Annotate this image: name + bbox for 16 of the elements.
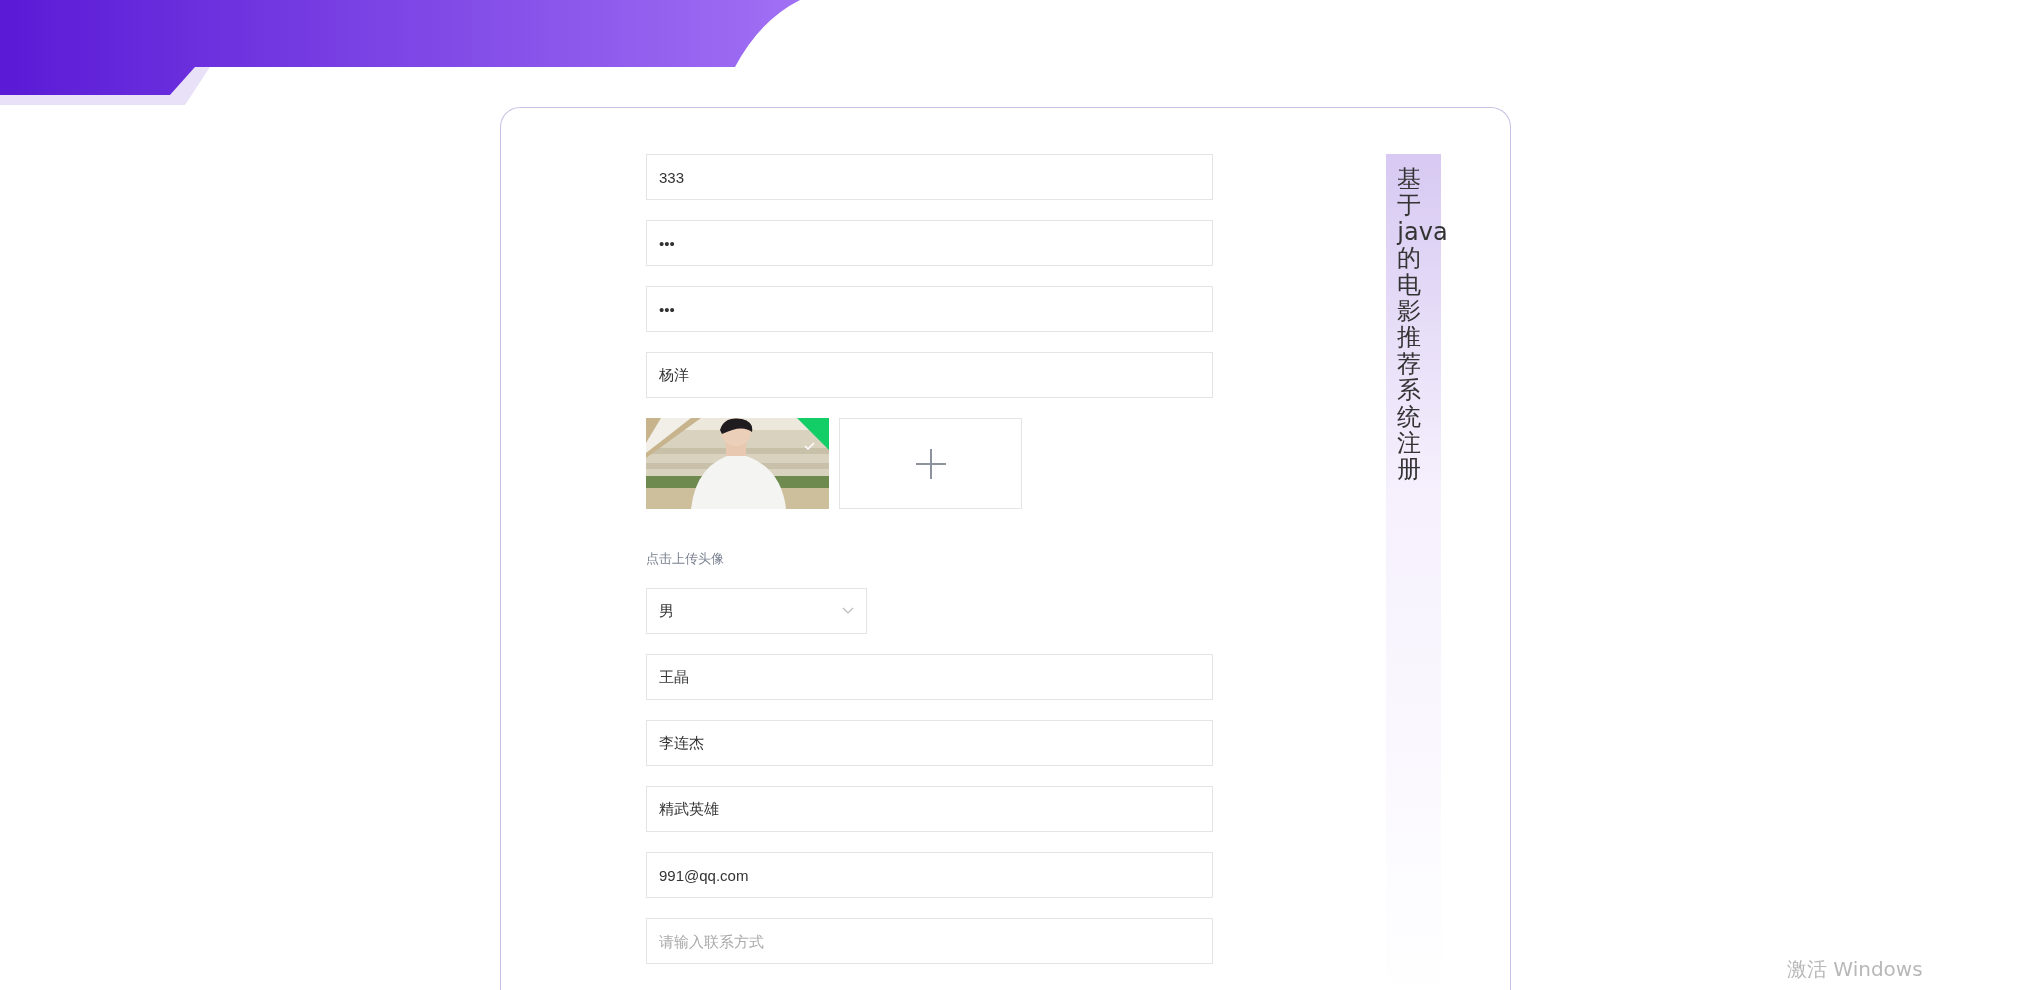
chevron-down-icon — [842, 607, 854, 615]
select-field[interactable]: 男 — [646, 588, 867, 634]
input-field[interactable]: 991@qq.com — [646, 852, 1213, 898]
input-field[interactable]: 王晶 — [646, 654, 1213, 700]
plus-icon — [915, 448, 946, 479]
page-title: 基于java的电影推荐系统注册 — [1397, 166, 1448, 483]
input-field[interactable]: 精武英雄 — [646, 786, 1213, 832]
input-field[interactable]: ••• — [646, 220, 1213, 266]
input-field[interactable]: 请输入联系方式 — [646, 918, 1213, 964]
watermark-text: 激活 Windows — [1787, 956, 1923, 983]
input-field[interactable]: 李连杰 — [646, 720, 1213, 766]
input-field[interactable]: 杨洋 — [646, 352, 1213, 398]
upload-hint: 点击上传头像 — [646, 550, 724, 568]
upload-button[interactable] — [839, 418, 1022, 509]
input-field[interactable]: ••• — [646, 286, 1213, 332]
input-field[interactable]: 333 — [646, 154, 1213, 200]
